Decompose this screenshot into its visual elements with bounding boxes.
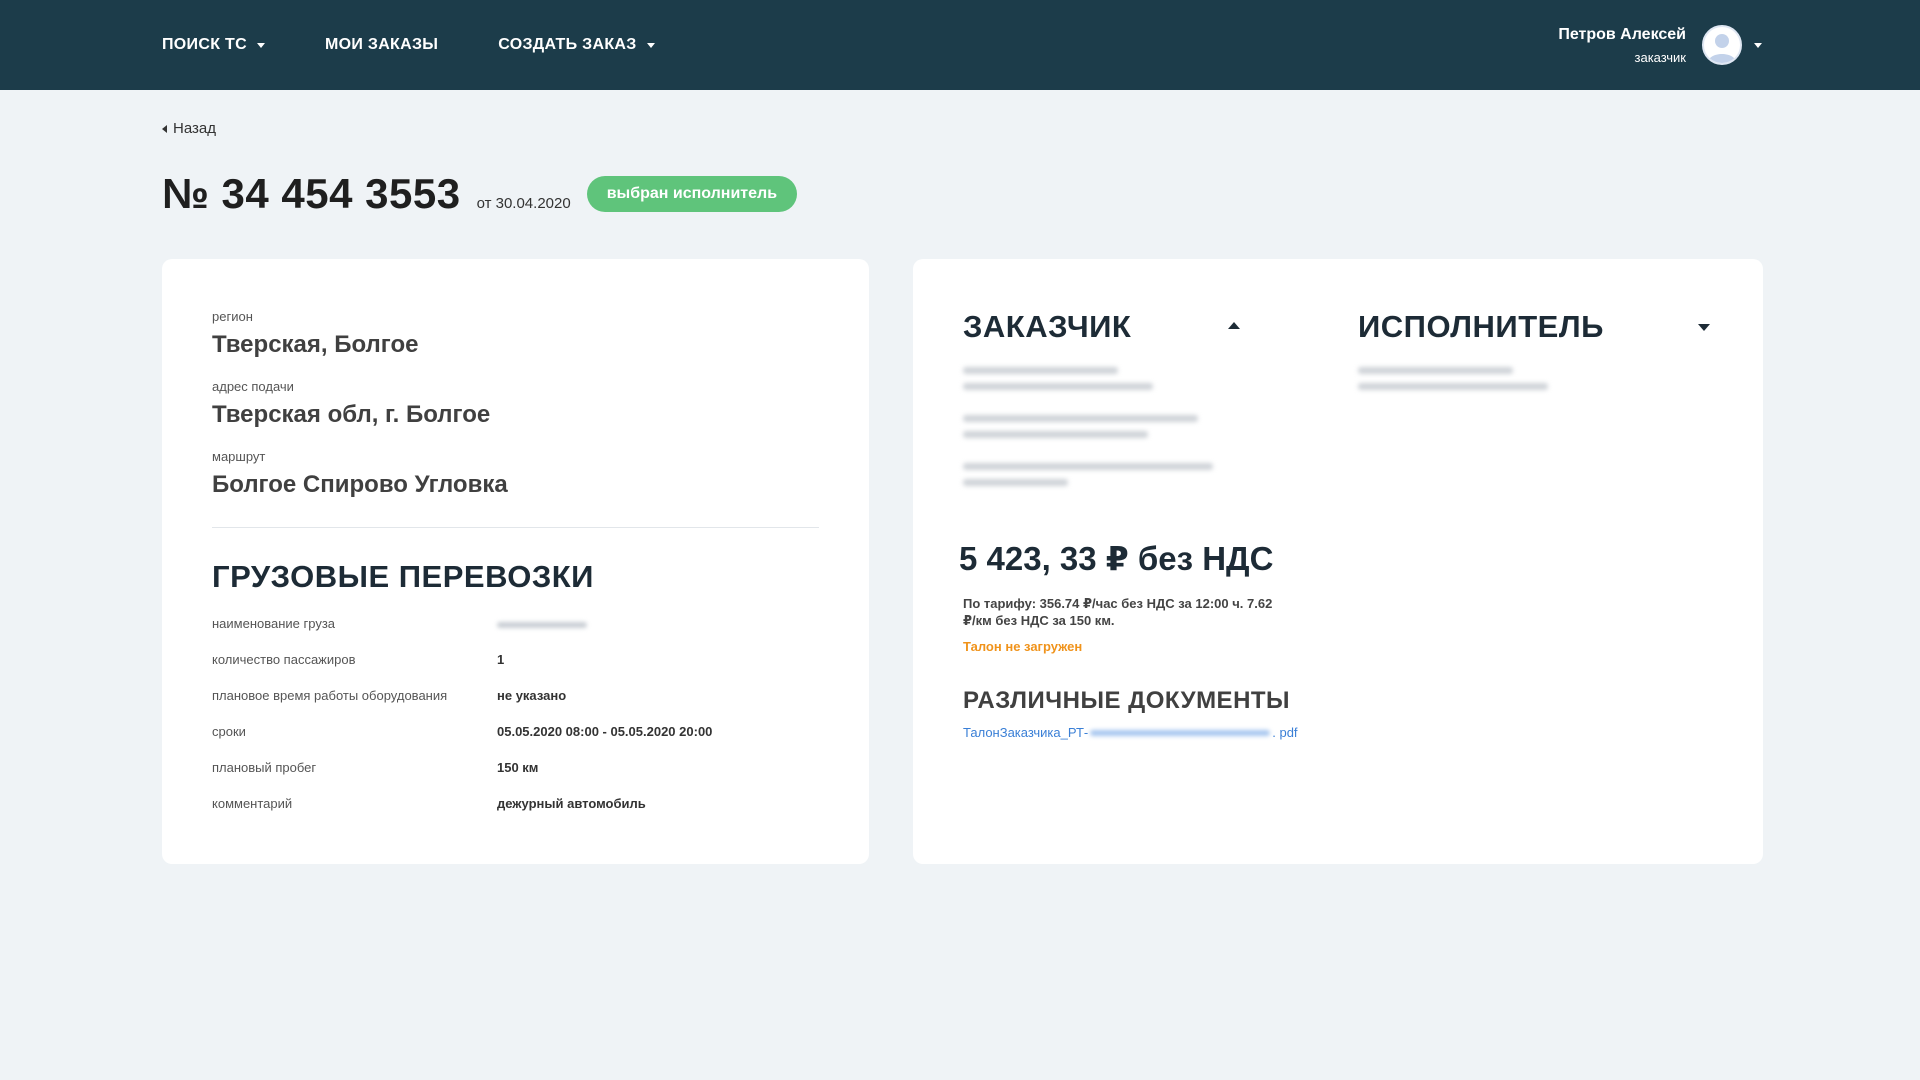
detail-key: количество пассажиров [212, 652, 356, 667]
detail-value: 1 [497, 652, 505, 667]
blurred-text [963, 479, 1068, 486]
nav-search-vehicle-label: ПОИСК ТС [162, 36, 247, 53]
region-label: регион [212, 309, 253, 324]
user-name: Петров Алексей [1558, 25, 1686, 43]
divider [212, 527, 819, 528]
detail-value: дежурный автомобиль [497, 796, 646, 811]
back-arrow-icon [162, 124, 167, 133]
route-label: маршрут [212, 449, 266, 464]
detail-row: количество пассажиров 1 [212, 652, 812, 667]
user-info: Петров Алексей заказчик [1558, 26, 1686, 65]
documents-title: РАЗЛИЧНЫЕ ДОКУМЕНТЫ [963, 687, 1291, 714]
order-title-row: № 34 454 3553 от 30.04.2020 выбран испол… [162, 170, 798, 218]
detail-row: наименование груза [212, 616, 812, 631]
blurred-text [963, 431, 1148, 438]
status-badge: выбран исполнитель [586, 176, 798, 212]
back-label: Назад [173, 120, 216, 137]
detail-key: наименование груза [212, 616, 336, 631]
order-price: 5 423, 33 ₽ без НДС [959, 540, 1274, 577]
main-nav: ПОИСК ТС МОИ ЗАКАЗЫ СОЗДАТЬ ЗАКАЗ [162, 0, 715, 90]
order-number: № 34 454 3553 [162, 170, 461, 217]
caret-down-icon[interactable] [1698, 324, 1710, 331]
detail-value [497, 616, 587, 631]
user-avatar-icon[interactable] [1702, 25, 1742, 65]
detail-key: сроки [212, 724, 246, 739]
detail-key: плановый пробег [212, 760, 317, 775]
section-title: ГРУЗОВЫЕ ПЕРЕВОЗКИ [212, 559, 594, 594]
blurred-text [1358, 383, 1548, 390]
detail-row: комментарий дежурный автомобиль [212, 796, 812, 811]
detail-key: комментарий [212, 796, 293, 811]
document-link[interactable]: ТалонЗаказчика_РТ- . pdf [963, 725, 1298, 740]
ticket-warning: Талон не загружен [963, 639, 1083, 654]
detail-value: 150 км [497, 760, 539, 775]
top-navigation-bar: ПОИСК ТС МОИ ЗАКАЗЫ СОЗДАТЬ ЗАКАЗ Петров… [0, 0, 1920, 90]
order-date: от 30.04.2020 [476, 195, 571, 212]
nav-create-order-label: СОЗДАТЬ ЗАКАЗ [498, 36, 637, 53]
nav-my-orders-label: МОИ ЗАКАЗЫ [324, 36, 439, 53]
nav-my-orders[interactable]: МОИ ЗАКАЗЫ [325, 36, 438, 54]
executor-title[interactable]: ИСПОЛНИТЕЛЬ [1358, 309, 1604, 345]
region-value: Тверская, Болгое [212, 331, 419, 358]
detail-key: плановое время работы оборудования [212, 688, 448, 703]
back-link[interactable]: Назад [162, 120, 216, 137]
nav-create-order[interactable]: СОЗДАТЬ ЗАКАЗ [498, 36, 655, 54]
blurred-text [963, 463, 1213, 470]
detail-value: 05.05.2020 08:00 - 05.05.2020 20:00 [497, 724, 713, 739]
user-menu[interactable]: Петров Алексей заказчик [1558, 0, 1762, 90]
detail-row: плановое время работы оборудования не ук… [212, 688, 812, 703]
caret-down-icon [256, 42, 265, 48]
caret-down-icon[interactable] [1754, 42, 1762, 48]
blurred-text [1358, 367, 1513, 374]
route-value: Болгое Спирово Угловка [212, 471, 508, 498]
address-label: адрес подачи [212, 379, 294, 394]
address-value: Тверская обл, г. Болгое [212, 401, 491, 428]
document-prefix: ТалонЗаказчика_РТ- [963, 725, 1089, 740]
detail-row: плановый пробег 150 км [212, 760, 812, 775]
blurred-text [1090, 729, 1271, 736]
blurred-text [963, 415, 1198, 422]
customer-title[interactable]: ЗАКАЗЧИК [963, 309, 1131, 345]
order-details-card: регион Тверская, Болгое адрес подачи Тве… [162, 259, 869, 864]
caret-down-icon [646, 42, 655, 48]
document-suffix: . pdf [1272, 725, 1298, 740]
blurred-text [963, 383, 1153, 390]
nav-search-vehicle[interactable]: ПОИСК ТС [162, 36, 265, 54]
detail-row: сроки 05.05.2020 08:00 - 05.05.2020 20:0… [212, 724, 812, 739]
caret-up-icon[interactable] [1228, 322, 1240, 329]
parties-card: ЗАКАЗЧИК ИСПОЛНИТЕЛЬ 5 423, 33 ₽ без НДС… [913, 259, 1763, 864]
tariff-text: По тарифу: 356.74 ₽/час без НДС за 12:00… [963, 596, 1273, 628]
detail-value: не указано [497, 688, 567, 703]
user-role: заказчик [1634, 49, 1687, 65]
blurred-text [963, 367, 1118, 374]
